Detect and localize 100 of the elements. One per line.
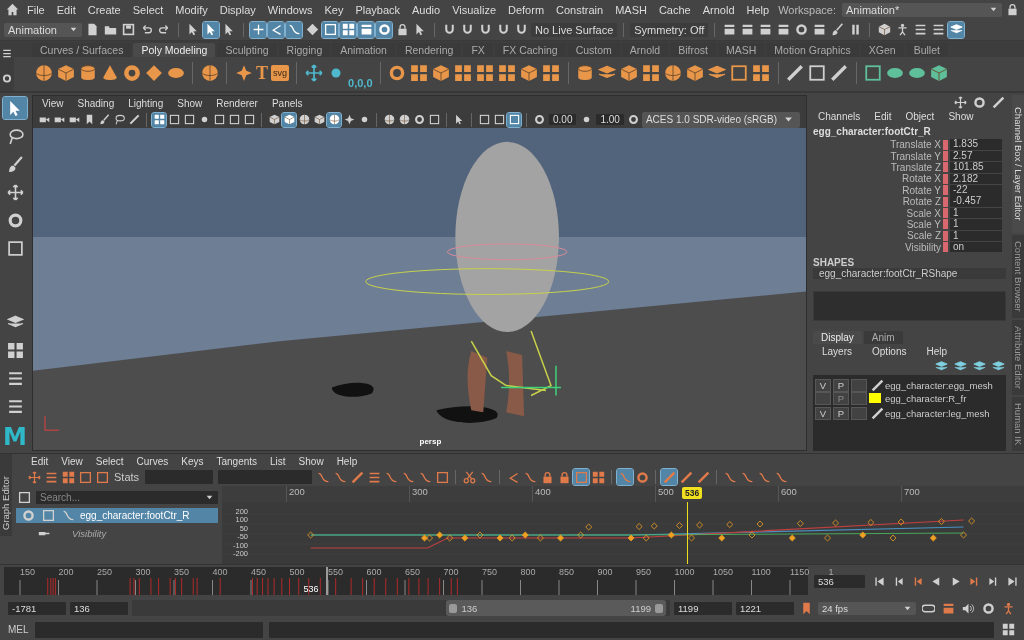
grid-icon[interactable] xyxy=(60,469,76,485)
select-icon[interactable] xyxy=(203,21,219,38)
live-surface-field[interactable]: No Live Surface xyxy=(531,22,618,37)
cube-icon[interactable] xyxy=(312,112,326,127)
menu-item[interactable]: Key xyxy=(319,3,349,16)
menu-item[interactable]: Shading xyxy=(72,98,120,109)
home-icon[interactable] xyxy=(4,1,20,18)
square-icon[interactable] xyxy=(227,112,241,127)
ring-icon[interactable] xyxy=(793,21,810,38)
diamond-icon[interactable] xyxy=(304,21,320,38)
grid-icon[interactable] xyxy=(152,112,166,127)
current-frame-field[interactable]: 536 xyxy=(814,574,865,588)
menu-item[interactable]: Edit xyxy=(869,111,897,122)
menu-item[interactable]: Channels xyxy=(813,111,866,122)
ring-icon[interactable] xyxy=(634,469,651,485)
workspace-dropdown[interactable]: Animation* xyxy=(842,2,1002,17)
grid-icon[interactable] xyxy=(641,62,661,84)
grid-icon[interactable] xyxy=(475,62,495,84)
grid-icon[interactable] xyxy=(751,62,771,84)
menu-item[interactable]: Constrain xyxy=(551,3,609,16)
playback-toggle[interactable]: P xyxy=(833,407,849,421)
stats-field[interactable] xyxy=(145,470,214,484)
cube-icon[interactable] xyxy=(282,112,296,127)
grid-icon[interactable] xyxy=(340,21,356,38)
channel-value-field[interactable]: 101.85 xyxy=(950,162,1002,173)
layer-name[interactable]: egg_character:R_fr xyxy=(885,392,1004,404)
square-icon[interactable] xyxy=(492,112,506,127)
color-swatch[interactable] xyxy=(869,393,881,404)
menu-item[interactable]: Curves xyxy=(131,455,174,467)
gamma-field[interactable]: 1.00 xyxy=(596,114,624,125)
ring-icon[interactable] xyxy=(980,600,996,616)
grid-icon[interactable] xyxy=(409,62,429,84)
menu-item[interactable]: Deform xyxy=(503,3,550,16)
line-icon[interactable] xyxy=(869,405,885,422)
sphere-icon[interactable] xyxy=(663,62,683,84)
stats-field[interactable] xyxy=(218,470,313,484)
exposure-field[interactable]: 0.00 xyxy=(549,114,577,125)
menu-item[interactable]: Help xyxy=(921,345,953,357)
menu-item[interactable]: Create xyxy=(82,3,126,16)
plus-icon[interactable] xyxy=(250,21,266,38)
ring-icon[interactable] xyxy=(20,507,36,524)
square-icon[interactable] xyxy=(182,112,196,127)
playhead[interactable] xyxy=(325,567,328,595)
cube-icon[interactable] xyxy=(876,21,893,38)
channel-value-field[interactable]: 1.835 xyxy=(950,139,1002,150)
sphere-icon[interactable] xyxy=(297,112,311,127)
panel-tab[interactable]: Graph Editor xyxy=(0,454,12,536)
torus-icon[interactable] xyxy=(122,62,141,84)
sphere-icon[interactable] xyxy=(200,62,219,84)
square-icon[interactable] xyxy=(322,21,338,38)
square-icon[interactable] xyxy=(94,469,110,485)
menu-item[interactable]: Layers xyxy=(817,345,857,357)
channel-value-field[interactable]: on xyxy=(950,241,1002,253)
ring-icon[interactable] xyxy=(376,21,392,38)
menu-item[interactable]: Lighting xyxy=(123,98,169,109)
playback-end-field[interactable]: 1199 xyxy=(674,601,732,615)
square-icon[interactable] xyxy=(729,62,749,84)
symmetry-field[interactable]: Symmetry: Off xyxy=(630,22,709,37)
menu-item[interactable]: Arnold xyxy=(697,3,740,16)
menu-item[interactable]: Select xyxy=(90,455,129,467)
square-icon[interactable] xyxy=(167,112,181,127)
channel-value-field[interactable]: 1 xyxy=(950,207,1002,219)
channel-value-field[interactable]: 2.182 xyxy=(950,173,1002,185)
layer-tab[interactable]: Display xyxy=(813,330,862,344)
channel-value-field[interactable]: 1 xyxy=(950,219,1002,230)
menu-item[interactable]: List xyxy=(265,455,291,467)
channel-value-field[interactable]: 1 xyxy=(950,230,1002,242)
menu-item[interactable]: View xyxy=(56,455,88,467)
ring-icon[interactable] xyxy=(412,112,426,127)
channel-value-field[interactable]: -0.457 xyxy=(950,196,1002,207)
grid-icon[interactable] xyxy=(453,62,473,84)
move-arrows-icon[interactable] xyxy=(304,62,324,84)
menu-item[interactable]: Options xyxy=(867,345,912,357)
cube-icon[interactable] xyxy=(619,62,639,84)
move-arrows-icon[interactable] xyxy=(952,94,968,110)
command-language-label[interactable]: MEL xyxy=(8,624,29,635)
animation-start-field[interactable]: -1781 xyxy=(8,601,66,615)
menu-item[interactable]: View xyxy=(37,98,69,109)
menu-item[interactable]: Tangents xyxy=(211,455,263,467)
select-icon[interactable] xyxy=(3,97,27,119)
sphere-icon[interactable] xyxy=(34,62,53,84)
cube-icon[interactable] xyxy=(56,62,75,84)
square-icon[interactable] xyxy=(212,112,226,127)
side-tab[interactable]: Channel Box / Layer Editor xyxy=(1012,95,1024,234)
current-frame-marker[interactable]: 536 xyxy=(682,487,703,499)
menu-item[interactable]: Show xyxy=(943,111,979,122)
ring-icon[interactable] xyxy=(2,73,12,84)
grid-icon[interactable] xyxy=(497,62,517,84)
square-icon[interactable] xyxy=(40,507,56,524)
line-icon[interactable] xyxy=(990,94,1006,110)
search-field[interactable]: Search... xyxy=(36,490,218,504)
menu-item[interactable]: Select xyxy=(127,3,169,16)
menu-item[interactable]: Help xyxy=(741,3,775,16)
channel-value-field[interactable]: -22 xyxy=(950,185,1002,196)
brush-icon[interactable] xyxy=(97,112,111,127)
menu-item[interactable]: Show xyxy=(172,98,208,109)
visibility-toggle[interactable]: V xyxy=(815,379,831,393)
ring-icon[interactable] xyxy=(971,94,987,110)
menu-item[interactable]: Edit xyxy=(51,3,81,16)
angle-icon[interactable] xyxy=(268,21,284,38)
